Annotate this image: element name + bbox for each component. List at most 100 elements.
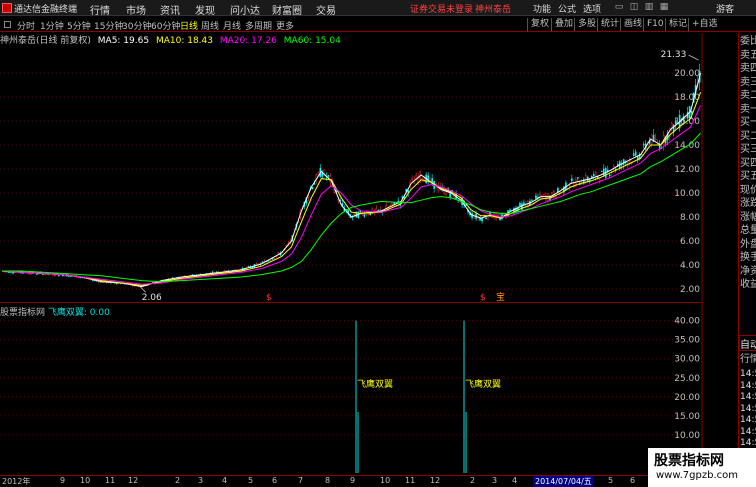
menu-hangqing[interactable]: 行情 <box>90 2 110 17</box>
candle-body <box>577 177 579 179</box>
period-daily[interactable]: 日线 <box>180 19 198 32</box>
ma10-label: MA10: 18.43 <box>155 36 213 46</box>
y-tick-label: 6.00 <box>680 237 700 247</box>
candle-body <box>273 257 276 260</box>
tick-time: 14:50 <box>740 426 756 437</box>
period-multi[interactable]: 多周期 <box>245 19 272 32</box>
candle-body <box>634 151 637 156</box>
btn-biaoji[interactable]: 标记 <box>665 18 690 31</box>
x-tick-label: 2012年 <box>2 477 31 486</box>
y-tick-label: 25.00 <box>674 374 700 384</box>
y-tick-label: 12.00 <box>674 165 700 175</box>
high-price-label: 21.33 <box>661 50 687 60</box>
tick-time: 14:50 <box>740 380 756 391</box>
tick-time: 14:50 <box>740 415 756 425</box>
candle-body <box>411 178 413 181</box>
auto-box[interactable]: 自动 <box>739 335 756 351</box>
period-15min[interactable]: 15分钟 <box>94 19 123 32</box>
quote-field-label: 收益 <box>740 279 756 290</box>
period-60min[interactable]: 60分钟 <box>151 19 180 32</box>
y-tick-label: 40.00 <box>674 317 700 327</box>
minimize-icon[interactable]: ▭ <box>612 2 626 13</box>
candle-body <box>327 175 330 177</box>
quote-field-label: 涨幅 <box>740 211 756 223</box>
x-tick-label: 12 <box>430 476 441 485</box>
x-tick-label: 10 <box>380 476 391 485</box>
quote-field-label: 外盘 <box>740 238 756 250</box>
btn-f10[interactable]: F10 <box>643 18 667 31</box>
tick-time: 14:50 <box>740 403 756 414</box>
menu-zixun[interactable]: 资讯 <box>160 2 180 17</box>
quote-panel: 自动 委比卖五卖四卖三卖二卖一买一买二买三买四买五现价涨跌涨幅总量外盘换手净资收… <box>738 33 756 487</box>
quote-field-label: 买一 <box>740 117 756 128</box>
quote-field-label: 换手 <box>740 252 756 263</box>
menu-jiaoyi[interactable]: 交易 <box>316 2 336 17</box>
menu-faxian[interactable]: 发现 <box>195 2 215 17</box>
period-fenshi[interactable]: 分时 <box>17 19 35 32</box>
indicator-title: 股票指标网 飞鹰双翼: 0.00 <box>0 305 110 318</box>
btn-tongji[interactable]: 统计 <box>597 18 622 31</box>
y-tick-label: 20.00 <box>674 69 700 79</box>
auto-label[interactable]: 自动 <box>740 340 756 350</box>
candle-body <box>54 274 56 277</box>
btn-huaxian[interactable]: 画线 <box>620 18 645 31</box>
period-monthly[interactable]: 月线 <box>223 19 241 32</box>
high-arrow <box>688 54 699 61</box>
y-tick-label: 18.00 <box>674 93 700 103</box>
period-toolbar: 分时 1分钟 5分钟 15分钟 30分钟 60分钟 日线 周线 月线 多周期 更… <box>0 17 756 32</box>
candle-body <box>509 209 511 211</box>
menu-caifuquan[interactable]: 财富圈 <box>272 2 302 17</box>
candle-body <box>597 176 599 178</box>
candle-body <box>608 174 611 177</box>
x-tick-label: 9 <box>350 476 356 485</box>
period-30min[interactable]: 30分钟 <box>122 19 151 32</box>
window-icon[interactable]: ◫ <box>627 2 641 13</box>
quote-field-label: 现价 <box>740 184 756 196</box>
event-marker: 宝 <box>496 291 505 301</box>
candle-body <box>539 193 541 197</box>
x-tick-label: 11 <box>405 476 416 485</box>
indicator-chart[interactable]: 10.00 15.00 20.00 25.00 30.00 35.00 40.00 飞鹰双翼 飞… <box>0 303 703 475</box>
quote-label: 行情 <box>740 354 756 365</box>
candle-body <box>353 212 356 215</box>
btn-fuquan[interactable]: 复权 <box>527 18 552 31</box>
app-logo-icon <box>2 3 12 13</box>
btn-diejia[interactable]: 叠加 <box>551 18 576 31</box>
candle-body <box>317 172 320 175</box>
price-chart[interactable]: 2.004.006.008.0010.0012.0014.0016.0018.0… <box>0 33 703 301</box>
quote-field-label: 卖二 <box>740 90 756 101</box>
x-tick-label: 6 <box>630 476 636 485</box>
candle-body <box>632 153 635 156</box>
menu-youke[interactable]: 游客 <box>716 2 734 15</box>
x-tick-label: 3 <box>198 476 204 485</box>
btn-add-favorite[interactable]: +自选 <box>688 18 721 31</box>
period-5min[interactable]: 5分钟 <box>67 19 91 32</box>
menu-gongshi[interactable]: 公式 <box>558 2 576 15</box>
menu-wenxiaoda[interactable]: 问小达 <box>230 2 260 17</box>
watermark-title: 股票指标网 <box>654 453 724 469</box>
btn-duogu[interactable]: 多股 <box>574 18 599 31</box>
menu-xuanxiang[interactable]: 选项 <box>583 2 601 15</box>
y-tick-label: 20.00 <box>674 393 700 403</box>
low-price-label: 2.06 <box>142 293 162 301</box>
period-weekly[interactable]: 周线 <box>201 19 219 32</box>
candle-body <box>642 144 645 146</box>
candle-body <box>449 193 451 197</box>
period-selector-icon[interactable] <box>4 21 11 28</box>
menu-gongneng[interactable]: 功能 <box>533 2 551 15</box>
period-more[interactable]: 更多 <box>276 19 294 32</box>
signal-label: 飞鹰双翼 <box>465 378 501 390</box>
y-tick-label: 10.00 <box>674 431 700 441</box>
candle-body <box>674 120 677 125</box>
split-icon[interactable]: ▥ <box>642 2 656 13</box>
x-tick-label: 2 <box>470 476 476 485</box>
candle-body <box>58 275 60 277</box>
layout-icon[interactable]: ▦ <box>657 2 671 13</box>
period-1min[interactable]: 1分钟 <box>40 19 64 32</box>
candle-body <box>367 214 370 216</box>
candle-body <box>547 193 549 201</box>
menu-bar: 通达信金融终端 行情 市场 资讯 发现 问小达 财富圈 交易 证券交易未登录 神… <box>0 0 756 17</box>
tick-time: 14:50 <box>740 392 756 402</box>
login-notice[interactable]: 证券交易未登录 <box>410 2 473 15</box>
menu-shichang[interactable]: 市场 <box>126 2 146 17</box>
